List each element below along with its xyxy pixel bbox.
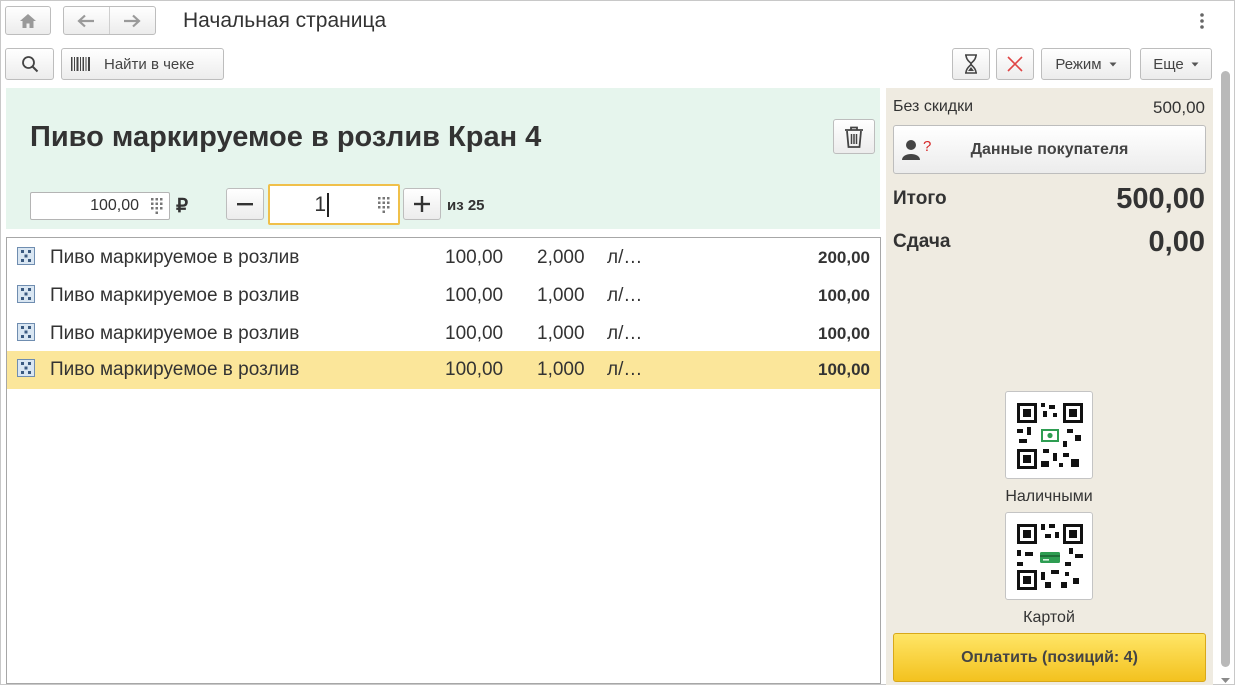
search-button[interactable] <box>5 48 54 80</box>
hourglass-icon <box>965 54 977 74</box>
item-unit: л/… <box>607 247 643 268</box>
minus-icon <box>237 202 253 205</box>
item-sum: 100,00 <box>818 286 870 305</box>
search-icon <box>21 56 38 73</box>
scroll-down-icon[interactable] <box>1220 677 1231 685</box>
more-label: Еще <box>1153 55 1184 73</box>
item-quantity: 1,000 <box>537 285 585 306</box>
pay-cash-button[interactable] <box>1005 391 1093 479</box>
qr-cash-icon <box>1017 403 1083 469</box>
no-discount-value: 500,00 <box>1153 98 1205 117</box>
text-cursor <box>327 193 329 217</box>
customer-data-button[interactable]: ? Данные покупателя <box>893 125 1206 174</box>
qr-card-icon <box>1017 524 1083 590</box>
cancel-receipt-button[interactable] <box>996 48 1034 80</box>
more-dropdown-button[interactable]: Еще <box>1140 48 1212 80</box>
total-value: 500,00 <box>1116 183 1205 215</box>
mode-label: Режим <box>1055 55 1102 73</box>
no-discount-label: Без скидки <box>893 98 974 115</box>
marked-product-icon <box>17 323 35 341</box>
home-button[interactable] <box>5 6 51 35</box>
change-value: 0,00 <box>1148 226 1205 258</box>
table-row[interactable]: Пиво маркируемое в розлив 100,00 1,000 л… <box>7 315 880 353</box>
keypad-icon[interactable] <box>377 196 391 214</box>
item-unit: л/… <box>607 285 643 306</box>
hourglass-button[interactable] <box>952 48 990 80</box>
item-sum: 100,00 <box>818 360 870 379</box>
trash-icon <box>845 126 863 148</box>
find-in-receipt-label: Найти в чеке <box>104 55 195 73</box>
item-quantity: 1,000 <box>537 359 585 380</box>
table-row-selected[interactable]: Пиво маркируемое в розлив 100,00 1,000 л… <box>7 351 880 389</box>
arrow-left-icon <box>77 14 95 27</box>
item-price: 100,00 <box>445 359 504 380</box>
quantity-value: 1 <box>314 193 326 216</box>
price-value: 100,00 <box>90 197 139 214</box>
customer-data-label: Данные покупателя <box>970 140 1129 158</box>
item-price: 100,00 <box>445 247 504 268</box>
table-row[interactable]: Пиво маркируемое в розлив 100,00 2,000 л… <box>7 239 880 277</box>
barcode-icon <box>71 57 90 71</box>
item-unit: л/… <box>607 359 643 380</box>
item-price: 100,00 <box>445 323 504 344</box>
arrow-right-icon <box>124 14 141 27</box>
item-price: 100,00 <box>445 285 504 306</box>
receipt-table: Пиво маркируемое в розлив 100,00 2,000 л… <box>6 237 881 684</box>
item-name: Пиво маркируемое в розлив <box>50 285 300 306</box>
pay-card-button[interactable] <box>1005 512 1093 600</box>
product-title: Пиво маркируемое в розлив Кран 4 <box>30 121 542 153</box>
svg-text:?: ? <box>923 138 931 155</box>
user-question-icon: ? <box>902 138 931 160</box>
pay-cash-label: Наличными <box>1005 488 1093 505</box>
payment-summary-panel: Без скидки 500,00 ? Данные покупателя Ит… <box>886 88 1213 685</box>
item-name: Пиво маркируемое в розлив <box>50 359 300 380</box>
marked-product-icon <box>17 247 35 265</box>
delete-item-button[interactable] <box>833 119 875 154</box>
change-label: Сдача <box>893 231 951 252</box>
currency-symbol: ₽ <box>176 196 189 217</box>
chevron-down-icon <box>1191 62 1199 66</box>
increase-quantity-button[interactable] <box>403 188 441 220</box>
find-in-receipt-button[interactable]: Найти в чеке <box>61 48 224 80</box>
total-label: Итого <box>893 188 947 209</box>
pay-button[interactable]: Оплатить (позиций: 4) <box>893 633 1206 682</box>
vertical-scrollbar[interactable] <box>1220 71 1231 667</box>
nav-history-group <box>63 6 156 35</box>
pay-card-label: Картой <box>1023 609 1075 626</box>
page-title: Начальная страница <box>183 9 387 32</box>
home-icon <box>20 13 36 28</box>
marked-product-icon <box>17 359 35 377</box>
item-sum: 100,00 <box>818 324 870 343</box>
item-name: Пиво маркируемое в розлив <box>50 247 300 268</box>
item-name: Пиво маркируемое в розлив <box>50 323 300 344</box>
plus-icon <box>414 196 430 212</box>
quantity-field[interactable]: 1 <box>268 184 400 225</box>
scrollbar-thumb[interactable] <box>1221 71 1230 667</box>
quantity-available: из 25 <box>447 197 485 214</box>
marked-product-icon <box>17 285 35 303</box>
pay-button-label: Оплатить (позиций: 4) <box>961 648 1138 666</box>
kebab-menu-icon[interactable] <box>1197 11 1207 31</box>
item-quantity: 2,000 <box>537 247 585 268</box>
item-quantity: 1,000 <box>537 323 585 344</box>
mode-dropdown-button[interactable]: Режим <box>1041 48 1131 80</box>
item-sum: 200,00 <box>818 248 870 267</box>
forward-button[interactable] <box>110 7 156 34</box>
app-window: Начальная страница Найти в чеке Режим Ещ… <box>0 0 1235 685</box>
chevron-down-icon <box>1109 62 1117 66</box>
back-button[interactable] <box>64 7 110 34</box>
item-unit: л/… <box>607 323 643 344</box>
keypad-icon[interactable] <box>150 197 164 215</box>
close-icon <box>1007 56 1023 72</box>
current-product-panel: Пиво маркируемое в розлив Кран 4 100,00 … <box>6 88 880 229</box>
table-row[interactable]: Пиво маркируемое в розлив 100,00 1,000 л… <box>7 277 880 315</box>
price-field[interactable]: 100,00 <box>30 192 170 220</box>
decrease-quantity-button[interactable] <box>226 188 264 220</box>
